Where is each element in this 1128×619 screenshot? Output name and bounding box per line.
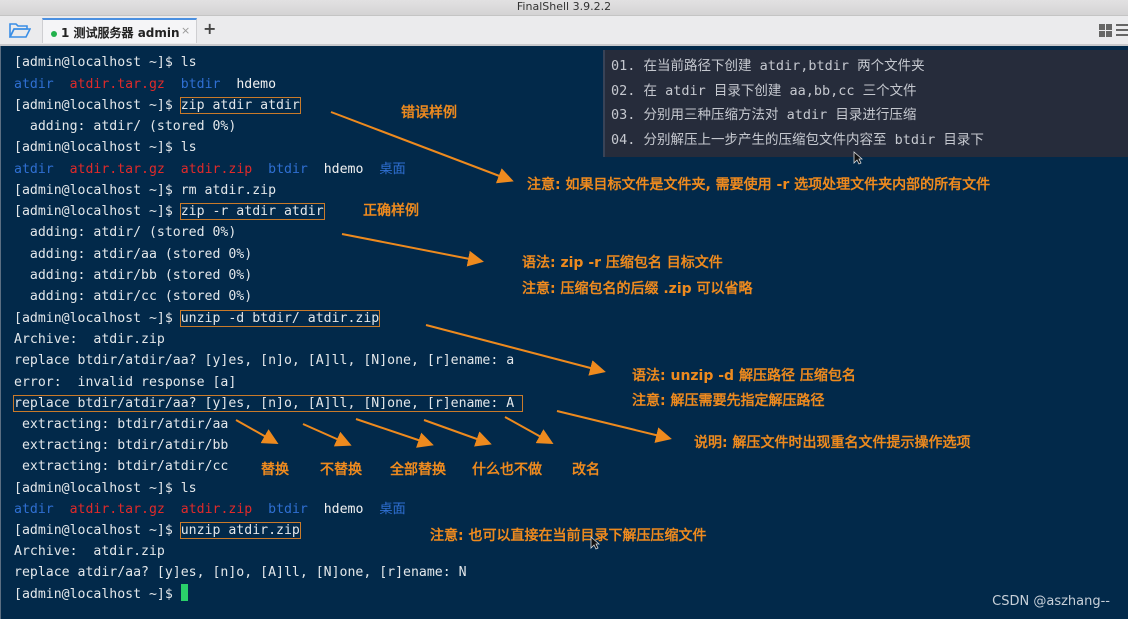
file-atdir-tar-gz: atdir.tar.gz: [69, 502, 165, 517]
terminal-output: Archive: atdir.zip: [14, 544, 165, 559]
file-atdir-tar-gz: atdir.tar.gz: [69, 77, 165, 92]
terminal-line: [admin@localhost ~]$ rm atdir.zip: [14, 180, 276, 201]
annotation-opt-none: 什么也不做: [472, 462, 542, 478]
prompt: [admin@localhost ~]$: [14, 481, 181, 496]
ls-output: atdir atdir.tar.gz btdir hdemo: [14, 74, 276, 95]
dir-btdir: btdir: [268, 502, 308, 517]
tab-label: 1 测试服务器 admin: [61, 26, 180, 40]
task-list-panel: 01. 在当前路径下创建 atdir,btdir 两个文件夹 02. 在 atd…: [603, 50, 1128, 157]
dir-atdir: atdir: [14, 162, 54, 177]
terminal-line: [admin@localhost ~]$ ls: [14, 52, 197, 73]
terminal-output: extracting: btdir/atdir/cc: [14, 459, 229, 474]
list-view-icon[interactable]: [1116, 24, 1128, 37]
replace-prompt: replace btdir/atdir/aa? [y]es, [n]o, [A]…: [12, 395, 524, 412]
highlighted-command: unzip -d btdir/ atdir.zip: [179, 310, 381, 327]
command: ls: [180, 481, 197, 496]
task-item: 01. 在当前路径下创建 atdir,btdir 两个文件夹: [611, 58, 925, 74]
mouse-pointer-icon: [853, 151, 863, 165]
prompt: [admin@localhost ~]$: [14, 523, 181, 538]
terminal-output: adding: atdir/ (stored 0%): [14, 119, 237, 134]
dir-atdir: atdir: [14, 77, 54, 92]
terminal-output: extracting: btdir/atdir/bb: [14, 438, 229, 453]
dir-desktop: 桌面: [379, 502, 406, 517]
annotation-unzip-syntax: 语法: unzip -d 解压路径 压缩包名: [632, 368, 856, 384]
terminal-output: extracting: btdir/atdir/aa: [14, 417, 229, 432]
annotation-wrong-example: 错误样例: [401, 105, 457, 121]
ls-output: atdir atdir.tar.gz atdir.zip btdir hdemo…: [14, 499, 406, 520]
terminal-line: [admin@localhost ~]$: [14, 584, 188, 605]
task-item: 04. 分别解压上一步产生的压缩包文件内容至 btdir 目录下: [611, 132, 984, 148]
dir-atdir: atdir: [14, 502, 54, 517]
prompt: [admin@localhost ~]$: [14, 587, 181, 602]
annotation-zip-syntax: 语法: zip -r 压缩包名 目标文件: [522, 255, 723, 271]
close-tab-icon[interactable]: ×: [181, 24, 190, 37]
add-tab-button[interactable]: +: [203, 19, 216, 38]
connected-status-icon: [51, 31, 57, 37]
file-atdir-zip: atdir.zip: [180, 502, 253, 517]
annotation-unzip-here: 注意: 也可以直接在当前目录下解压压缩文件: [430, 528, 707, 544]
annotation-replace-options: 说明: 解压文件时出现重名文件提示操作选项: [694, 435, 971, 451]
file-hdemo: hdemo: [323, 162, 364, 177]
highlighted-output: replace btdir/atdir/aa? [y]es, [n]o, [A]…: [9, 393, 524, 414]
terminal-output: adding: atdir/ (stored 0%): [14, 225, 237, 240]
terminal-cursor: [180, 584, 188, 601]
dir-btdir: btdir: [180, 77, 221, 92]
window-title: FinalShell 3.9.2.2: [516, 0, 612, 13]
terminal-line: [admin@localhost ~]$ unzip -d btdir/ atd…: [14, 308, 381, 329]
file-atdir-zip: atdir.zip: [180, 162, 253, 177]
terminal-output: adding: atdir/aa (stored 0%): [14, 247, 253, 262]
annotation-r-option: 注意: 如果目标文件是文件夹, 需要使用 -r 选项处理文件夹内部的所有文件: [527, 177, 991, 193]
highlighted-command: unzip atdir.zip: [179, 522, 301, 539]
file-hdemo: hdemo: [323, 502, 364, 517]
annotation-right-example: 正确样例: [363, 203, 419, 219]
terminal-line: [admin@localhost ~]$ unzip atdir.zip: [14, 520, 301, 541]
file-atdir-tar-gz: atdir.tar.gz: [69, 162, 165, 177]
annotation-zip-suffix: 注意: 压缩包名的后缀 .zip 可以省略: [522, 281, 753, 297]
terminal-line: [admin@localhost ~]$ ls: [14, 137, 197, 158]
terminal-line: [admin@localhost ~]$ zip atdir atdir: [14, 95, 308, 116]
open-folder-icon[interactable]: [9, 22, 31, 38]
highlighted-command: zip atdir atdir: [179, 97, 301, 114]
command: ls: [180, 55, 197, 70]
command: ls: [180, 140, 197, 155]
annotation-opt-yes: 替换: [261, 462, 289, 478]
terminal-line: [admin@localhost ~]$ zip -r atdir atdir: [14, 201, 325, 222]
task-item: 02. 在 atdir 目录下创建 aa,bb,cc 三个文件: [611, 83, 917, 99]
terminal-line: [admin@localhost ~]$ ls: [14, 478, 197, 499]
prompt: [admin@localhost ~]$: [14, 140, 181, 155]
prompt: [admin@localhost ~]$: [14, 183, 181, 198]
window-title-bar: FinalShell 3.9.2.2: [0, 0, 1128, 16]
terminal-output: Archive: atdir.zip: [14, 332, 165, 347]
annotation-opt-rename: 改名: [572, 462, 600, 478]
watermark: CSDN @aszhang--: [992, 594, 1110, 609]
annotation-opt-no: 不替换: [320, 462, 362, 478]
terminal-output: adding: atdir/cc (stored 0%): [14, 289, 253, 304]
highlighted-command: zip -r atdir atdir: [179, 203, 325, 220]
terminal-output: replace atdir/aa? [y]es, [n]o, [A]ll, [N…: [14, 565, 467, 580]
grid-view-icon[interactable]: [1099, 24, 1112, 37]
tab-bar: 1 测试服务器 admin × +: [0, 16, 1128, 46]
prompt: [admin@localhost ~]$: [14, 55, 181, 70]
tab-session[interactable]: 1 测试服务器 admin ×: [42, 18, 197, 43]
annotation-unzip-path: 注意: 解压需要先指定解压路径: [632, 393, 825, 409]
file-hdemo: hdemo: [236, 77, 277, 92]
prompt: [admin@localhost ~]$: [14, 98, 181, 113]
dir-btdir: btdir: [268, 162, 308, 177]
prompt: [admin@localhost ~]$: [14, 311, 181, 326]
terminal-output: error: invalid response [a]: [14, 375, 237, 390]
prompt: [admin@localhost ~]$: [14, 204, 181, 219]
task-item: 03. 分别用三种压缩方法对 atdir 目录进行压缩: [611, 107, 917, 123]
mouse-pointer-icon: [590, 536, 600, 550]
ls-output: atdir atdir.tar.gz atdir.zip btdir hdemo…: [14, 159, 406, 180]
terminal-output: replace btdir/atdir/aa? [y]es, [n]o, [A]…: [14, 353, 515, 368]
dir-desktop: 桌面: [379, 162, 406, 177]
terminal-output: adding: atdir/bb (stored 0%): [14, 268, 253, 283]
annotation-opt-all: 全部替换: [390, 462, 446, 478]
command: rm atdir.zip: [180, 183, 277, 198]
